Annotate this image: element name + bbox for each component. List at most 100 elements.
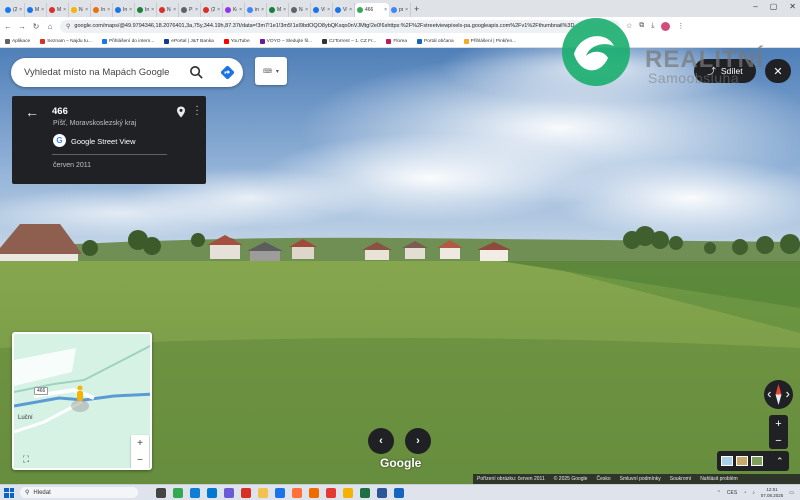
attribution-country[interactable]: Česko [596, 476, 610, 482]
downloads-icon[interactable]: ⤓ [651, 22, 654, 30]
close-window-icon[interactable]: ✕ [789, 2, 796, 11]
tab-close-icon[interactable]: × [384, 7, 387, 13]
directions-icon[interactable] [220, 65, 235, 80]
minimap[interactable]: 466 Luční + − ⛶ [12, 332, 152, 470]
tab-close-icon[interactable]: × [173, 7, 176, 13]
url-field[interactable]: ⚲ google.com/maps/@49.9794346,18.2076401… [60, 19, 620, 33]
browser-tab[interactable]: My× [267, 3, 289, 17]
tab-close-icon[interactable]: × [195, 7, 198, 13]
move-back-button[interactable]: ‹ [368, 428, 394, 454]
notifications-icon[interactable]: ▭ [789, 490, 794, 496]
bookmark-item[interactable]: Přihlášení | Pinkřen... [463, 38, 516, 44]
bookmark-item[interactable]: Portál občana [417, 38, 454, 44]
capture-date[interactable]: červen 2011 [53, 162, 91, 169]
browser-tab[interactable]: inze× [245, 3, 267, 17]
tab-close-icon[interactable]: × [349, 7, 352, 13]
new-tab-icon[interactable]: + [414, 4, 419, 14]
tab-close-icon[interactable]: × [19, 7, 22, 13]
extensions-icon[interactable]: ⧉ [639, 22, 644, 30]
browser-tab[interactable]: Inz× [113, 3, 135, 17]
excel-icon[interactable] [360, 487, 370, 498]
forward-icon[interactable]: → [18, 22, 26, 31]
store-icon[interactable] [224, 487, 234, 498]
zoom-out-icon[interactable]: − [775, 435, 781, 447]
browser-tab[interactable]: My× [47, 3, 69, 17]
attribution-privacy-link[interactable]: Soukromí [670, 476, 691, 482]
tab-close-icon[interactable]: × [305, 7, 308, 13]
browser-tab[interactable]: Inz× [135, 3, 157, 17]
home-icon[interactable]: ⌂ [46, 22, 54, 31]
minimap-zoom-out-icon[interactable]: − [137, 455, 143, 466]
tab-close-icon[interactable]: × [129, 7, 132, 13]
network-icon[interactable]: ◔ [743, 490, 746, 496]
street-view-panorama[interactable]: ⌨ ▾ ← 466 Píšť, Moravskoslezský kraj ···… [0, 48, 800, 484]
mail-icon[interactable] [207, 487, 217, 498]
minimap-zoom-in-icon[interactable]: + [137, 438, 143, 449]
search-icon[interactable] [189, 65, 204, 80]
bookmark-item[interactable]: Florea [386, 38, 407, 44]
maximize-icon[interactable]: ▢ [770, 2, 778, 11]
browser-tab[interactable]: 466 × [355, 3, 389, 17]
bookmark-item[interactable]: ePortal | J&T Banka [164, 38, 214, 44]
browser-tab[interactable]: PSČ× [179, 3, 201, 17]
tab-close-icon[interactable]: × [261, 7, 264, 13]
browser-tab[interactable]: VDI× [333, 3, 355, 17]
bookmark-item[interactable]: CzTorrent – 1. CZ Fr... [321, 38, 376, 44]
firefox-icon[interactable] [292, 487, 302, 498]
task-view-icon[interactable] [156, 487, 166, 498]
maps-search-input[interactable] [24, 67, 184, 78]
tab-close-icon[interactable]: × [283, 7, 286, 13]
back-icon[interactable]: ← [4, 22, 12, 31]
attribution-terms-link[interactable]: Smluvní podmínky [620, 476, 661, 482]
share-button[interactable]: ⤴ Sdílet [694, 59, 756, 83]
browser-menu-icon[interactable]: ⋮ [677, 22, 684, 30]
layer-thumb-icon[interactable] [736, 456, 748, 466]
edge-icon[interactable] [190, 487, 200, 498]
bookmark-item[interactable]: Aplikace [5, 38, 30, 44]
browser-tab[interactable]: Inz× [91, 3, 113, 17]
tab-close-icon[interactable]: × [107, 7, 110, 13]
profile-avatar[interactable] [661, 21, 671, 31]
move-forward-button[interactable]: › [405, 428, 431, 454]
browser-tab[interactable]: (2)× [201, 3, 223, 17]
app-red-icon[interactable] [326, 487, 336, 498]
pegman-icon[interactable] [77, 385, 83, 402]
tab-close-icon[interactable]: × [41, 7, 44, 13]
more-options-icon[interactable]: · · · [194, 102, 200, 120]
browser-tab[interactable]: My× [25, 3, 47, 17]
vpn-icon[interactable] [275, 487, 285, 498]
back-arrow-icon[interactable]: ← [25, 104, 39, 120]
layer-thumb-icon[interactable] [721, 456, 733, 466]
browser-tab[interactable]: (2)× [3, 3, 25, 17]
windows-start-icon[interactable] [4, 487, 14, 498]
volume-icon[interactable]: ♪ [752, 490, 755, 496]
chevron-up-icon[interactable]: ⌃ [776, 456, 784, 467]
browser-tab[interactable]: pro× [389, 3, 411, 17]
expand-icon[interactable]: ⛶ [18, 451, 34, 467]
tab-close-icon[interactable]: × [63, 7, 66, 13]
tab-close-icon[interactable]: × [85, 7, 88, 13]
close-street-view-button[interactable]: ✕ [765, 59, 791, 83]
word-icon[interactable] [377, 487, 387, 498]
tab-close-icon[interactable]: × [151, 7, 154, 13]
location-pin-icon[interactable] [176, 106, 186, 118]
photos-icon[interactable] [394, 487, 404, 498]
browser-tab[interactable]: Kon× [223, 3, 245, 17]
tab-close-icon[interactable]: × [405, 7, 408, 13]
tab-close-icon[interactable]: × [239, 7, 242, 13]
browser-tab[interactable]: Nal× [69, 3, 91, 17]
app-yellow-icon[interactable] [343, 487, 353, 498]
chrome-icon[interactable] [173, 487, 183, 498]
imagery-layers-button[interactable]: ⌃ [717, 451, 789, 471]
attribution-report-link[interactable]: Nahlásit problém [700, 476, 738, 482]
compass-button[interactable] [764, 380, 793, 409]
language-indicator[interactable]: CES [727, 490, 737, 496]
site-info-icon[interactable]: ⚲ [66, 23, 70, 30]
keyboard-input-button[interactable]: ⌨ ▾ [255, 57, 287, 85]
bookmark-star-icon[interactable]: ☆ [626, 22, 632, 30]
browser-tab[interactable]: Nal× [289, 3, 311, 17]
bookmark-item[interactable]: YouTube [223, 38, 250, 44]
media-icon[interactable] [241, 487, 251, 498]
taskbar-search[interactable]: ⚲ Hledat [20, 487, 138, 498]
bookmark-item[interactable]: VOYO – Sledujte fil... [259, 38, 312, 44]
